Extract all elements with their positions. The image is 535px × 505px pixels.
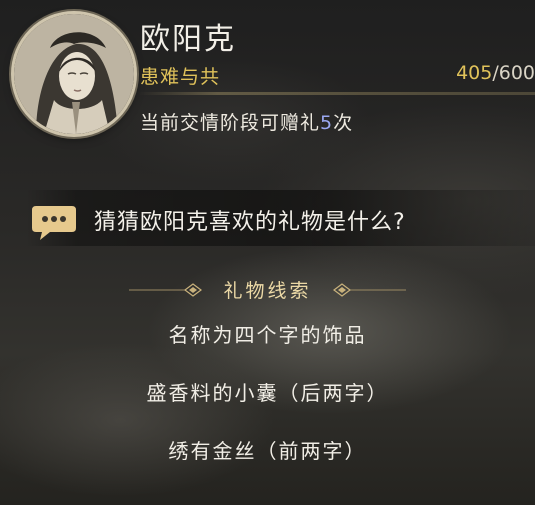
- clue-section-header: 礼物线索: [0, 276, 535, 303]
- right-ornament-icon: [332, 282, 406, 297]
- left-ornament-icon: [129, 282, 203, 297]
- gift-limit-text: 当前交情阶段可赠礼5次: [140, 108, 353, 135]
- clue-item: 绣有金丝（前两字）: [168, 439, 367, 463]
- clue-item: 名称为四个字的饰品: [168, 323, 367, 347]
- gift-limit-count: 5: [320, 112, 334, 134]
- affinity-current: 405: [456, 62, 493, 84]
- affinity-max: /600: [492, 62, 535, 84]
- clue-section-title: 礼物线索: [223, 280, 312, 302]
- clue-list: 名称为四个字的饰品 盛香料的小囊（后两字） 绣有金丝（前两字）: [0, 316, 535, 490]
- character-name: 欧阳克: [140, 22, 236, 57]
- relationship-stage: 患难与共: [140, 66, 221, 88]
- portrait-illustration: [14, 14, 134, 134]
- affinity-bar: [138, 92, 535, 95]
- speech-bubble-icon: [32, 206, 76, 240]
- gift-limit-prefix: 当前交情阶段可赠礼: [140, 112, 321, 134]
- clue-item: 盛香料的小囊（后两字）: [146, 381, 389, 405]
- gift-limit-suffix: 次: [333, 112, 354, 134]
- gift-question: 猜猜欧阳克喜欢的礼物是什么?: [94, 210, 406, 235]
- character-avatar[interactable]: [14, 14, 134, 134]
- affinity-value: 405/600: [456, 62, 535, 84]
